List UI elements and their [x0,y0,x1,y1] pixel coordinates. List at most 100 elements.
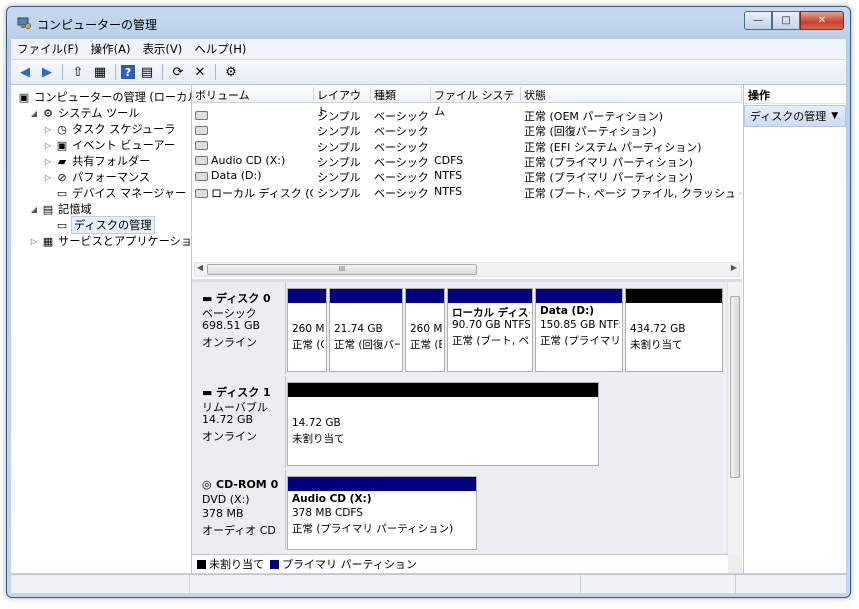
partition-bar [288,289,326,303]
scroll-thumb[interactable]: III [207,264,477,275]
horizontal-scrollbar[interactable]: ◀ III ▶ [194,262,740,277]
properties-icon[interactable]: ▤ [137,62,157,82]
close-button[interactable]: ✕ [800,11,844,30]
back-arrow-icon[interactable]: ◀ [15,62,35,82]
column-header-3[interactable]: ファイル システム [431,87,521,118]
expand-toggle-icon[interactable]: ▷ [43,157,53,166]
tree-item-1[interactable]: ▷ ◷ タスク スケジューラ [43,121,176,137]
expand-toggle-icon[interactable]: ◢ [29,205,39,214]
table-row[interactable]: ローカル ディスク (C:) シンプルベーシック NTFS 正常 (ブート, ページ … [192,184,742,201]
tree-item-label: デバイス マネージャー [72,187,187,200]
tree-item-2[interactable]: ▷ ▣ イベント ビューアー [43,137,175,153]
tree-item-5[interactable]: ▭ デバイス マネージャー [43,185,187,201]
cd-rom-icon: ◎ [202,478,212,491]
show-hide-tree-icon[interactable]: ▦ [90,62,110,82]
table-row[interactable]: Data (D:) シンプル ベーシック NTFS 正常 (プライマリ パーティション) [192,168,742,184]
partition-size: 21.74 GB [334,323,383,335]
delete-icon[interactable]: ✕ [190,62,210,82]
partition[interactable]: Audio CD (X:) 378 MB CDFS 正常 (プライマリ パーティショ… [287,476,477,550]
up-folder-icon[interactable]: ⇧ [68,62,88,82]
column-header-2[interactable]: 種類 [371,87,431,102]
settings-icon[interactable]: ⚙ [221,62,241,82]
partition-size: 434.72 GB [630,323,686,335]
tree-node-icon: ▤ [42,202,54,216]
expand-toggle-icon[interactable]: ▷ [43,141,53,150]
legend: 未割り当て プライマリ パーティション [192,554,728,573]
tree-item-label: タスク スケジューラ [72,123,176,136]
table-row[interactable]: シンプル ベーシック 正常 (回復パーティション) [192,122,742,138]
actions-disk-management[interactable]: ディスクの管理 ▼ [744,105,846,127]
column-header-4[interactable]: 状態 [521,87,742,102]
expand-toggle-icon[interactable]: ▷ [43,125,53,134]
expand-toggle-icon[interactable]: ▷ [43,173,53,182]
partition[interactable]: Data (D:) 150.85 GB NTFS 正常 (プライマリ [535,288,623,372]
tree-item-8[interactable]: ▷ ▦ サービスとアプリケーション [29,233,203,249]
partition[interactable]: 434.72 GB 未割り当て [625,288,723,372]
menu-item-3[interactable]: ヘルプ(H) [188,41,252,57]
column-header-0[interactable]: ボリューム [192,87,314,102]
tree-node-icon: ▰ [57,154,67,168]
disk-label[interactable]: ◎ CD-ROM 0 DVD (X:) 378 MB オーディオ CD [195,470,286,550]
scroll-right-icon[interactable]: ▶ [731,263,737,272]
table-cell-volume [195,123,313,136]
scroll-grip: III [338,265,346,273]
computer-management-icon [17,16,31,30]
column-header-1[interactable]: レイアウト [314,87,371,118]
disk-volume-icon [195,125,208,135]
expand-toggle-icon[interactable]: ◢ [29,109,39,118]
scroll-left-icon[interactable]: ◀ [197,263,203,272]
minimize-button[interactable]: — [744,11,772,30]
partition[interactable]: 260 MI 正常 (E [405,288,445,372]
tree-item-7[interactable]: ▭ ディスクの管理 [43,216,155,234]
table-row[interactable]: シンプル ベーシック 正常 (EFI システム パーティション) [192,138,742,154]
partition-size: 260 MI [410,323,442,335]
partition-status: 正常 (プライマリ パーティション) [292,523,454,535]
partition[interactable]: ローカル ディスク90.70 GB NTFS 正常 (ブート, ペー [447,288,533,372]
vertical-scrollbar[interactable] [727,282,742,555]
disk-label[interactable]: ▬ ディスク 1 リムーバブル 14.72 GB オンライン [195,376,286,468]
partition[interactable]: 260 MI 正常 (O [287,288,327,372]
tree-item-6[interactable]: ◢ ▤ 記憶域 [29,201,92,217]
partition[interactable]: 21.74 GB 正常 (回復パー [329,288,403,372]
disk-state: オーディオ CD [202,523,276,537]
actions-header: 操作 [744,87,846,104]
partition-title: ローカル ディスク [452,307,530,319]
title-bar[interactable]: コンピューターの管理 — □ ✕ [7,7,850,37]
legend-label: プライマリ パーティション [282,558,417,571]
tree-item-0[interactable]: ◢ ⚙ システム ツール [29,105,140,121]
tree-item-4[interactable]: ▷ ⊘ パフォーマンス [43,169,150,185]
refresh-icon[interactable]: ⟳ [168,62,188,82]
table-row[interactable]: シンプル ベーシック 正常 (OEM パーティション) [192,107,742,123]
disk-row-0: ▬ディスク 0ベーシック698.51 GBオンライン260 MI正常 (O21.… [195,282,726,374]
cd-drive-icon [195,156,208,166]
hard-disk-icon: ▬ [202,292,213,305]
chevron-down-icon[interactable]: ▼ [831,111,838,121]
partition-status: 正常 (E [410,339,442,351]
tree-root[interactable]: ▣ コンピューターの管理 (ローカル) [15,89,203,105]
toolbar: ◀ ▶ ⇧ ▦? ▤ ⟳ ✕ ⚙ [11,60,846,85]
vertical-scroll-thumb[interactable] [730,296,740,478]
menu-item-2[interactable]: 表示(V) [136,41,188,57]
volume-list: ボリューム レイアウト 種類 ファイル システム 状態 シンプル ベーシック 正常 (OEM… [192,85,742,282]
expand-toggle-icon[interactable]: ▷ [29,237,39,246]
forward-arrow-icon[interactable]: ▶ [37,62,57,82]
disk-label[interactable]: ▬ ディスク 0 ベーシック 698.51 GB オンライン [195,282,286,374]
tree-node-icon: ◷ [57,122,67,136]
navigation-tree: ▣ コンピューターの管理 (ローカル) ◢ ⚙ システム ツール ▷ ◷ タスク スケジューラ… [11,85,203,573]
menu-item-1[interactable]: 操作(A) [85,41,137,57]
menu-item-0[interactable]: ファイル(F) [11,41,85,57]
disk-volume-icon [195,189,208,198]
table-row[interactable]: Audio CD (X:) シンプル ベーシック CDFS 正常 (プライマリ パーティ… [192,153,742,169]
maximize-button[interactable]: □ [772,11,800,30]
status-pane-4 [736,575,846,593]
tree-item-3[interactable]: ▷ ▰ 共有フォルダー [43,153,150,169]
partition[interactable]: 14.72 GB 未割り当て [287,382,599,466]
table-cell-volume: ローカル ディスク (C:) [195,185,313,201]
table-cell-fs: NTFS [434,169,463,183]
actions-item-label: ディスクの管理 [750,110,827,123]
help-icon[interactable]: ? [121,65,135,79]
partition-status: 正常 (ブート, ペー [452,335,530,347]
partition-bar [448,289,532,303]
toolbar-separator [62,64,63,80]
menu-bar: ファイル(F) 操作(A) 表示(V) ヘルプ(H) [11,39,846,60]
